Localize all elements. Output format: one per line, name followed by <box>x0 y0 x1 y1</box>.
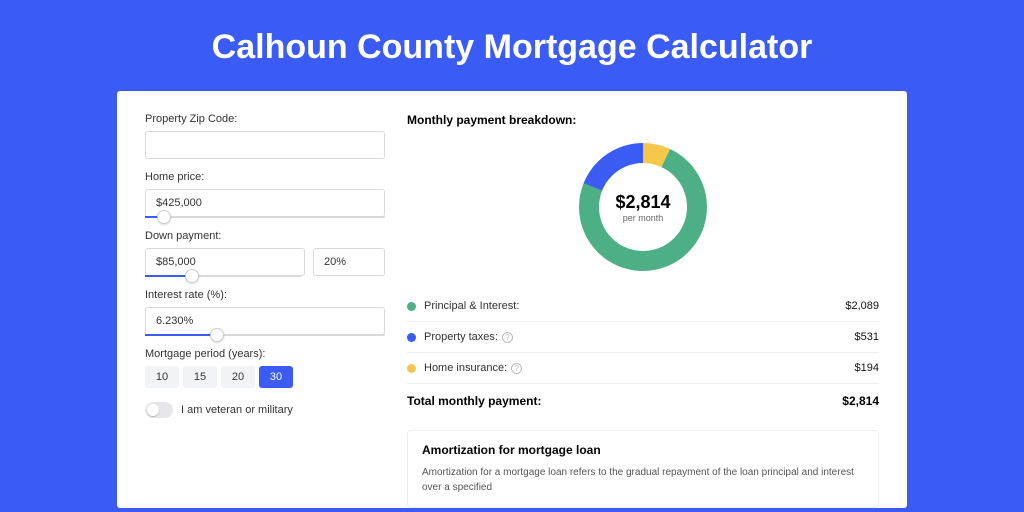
veteran-row: I am veteran or military <box>145 402 385 418</box>
total-value: $2,814 <box>842 394 879 408</box>
item-value: $2,089 <box>845 300 879 312</box>
amortization-box: Amortization for mortgage loan Amortizat… <box>407 430 879 508</box>
interest-field: Interest rate (%): <box>145 289 385 336</box>
period-30[interactable]: 30 <box>259 366 293 388</box>
donut-chart: $2,814 per month <box>579 143 707 271</box>
down-payment-pct-input[interactable] <box>313 248 385 276</box>
dot-icon <box>407 364 416 373</box>
info-icon[interactable]: ? <box>502 332 513 343</box>
donut-sublabel: per month <box>623 213 664 223</box>
item-principal: Principal & Interest: $2,089 <box>407 291 879 322</box>
home-price-label: Home price: <box>145 171 385 183</box>
form-panel: Property Zip Code: Home price: Down paym… <box>145 113 385 508</box>
breakdown-title: Monthly payment breakdown: <box>407 113 879 127</box>
item-label: Principal & Interest: <box>424 300 845 312</box>
down-payment-slider[interactable] <box>145 275 301 277</box>
item-label: Home insurance: ? <box>424 362 855 374</box>
interest-label: Interest rate (%): <box>145 289 385 301</box>
home-price-field: Home price: <box>145 171 385 218</box>
home-price-input[interactable] <box>145 189 385 217</box>
zip-label: Property Zip Code: <box>145 113 385 125</box>
home-price-slider[interactable] <box>145 216 385 218</box>
slider-thumb[interactable] <box>210 328 224 342</box>
period-field: Mortgage period (years): 10 15 20 30 <box>145 348 385 388</box>
period-label: Mortgage period (years): <box>145 348 385 360</box>
zip-input[interactable] <box>145 131 385 159</box>
item-taxes: Property taxes: ? $531 <box>407 322 879 353</box>
slider-thumb[interactable] <box>185 269 199 283</box>
slider-thumb[interactable] <box>157 210 171 224</box>
zip-field: Property Zip Code: <box>145 113 385 159</box>
amortization-text: Amortization for a mortgage loan refers … <box>422 465 864 495</box>
item-value: $194 <box>855 362 879 374</box>
period-buttons: 10 15 20 30 <box>145 366 385 388</box>
breakdown-panel: Monthly payment breakdown: $2,814 per mo… <box>407 113 879 508</box>
down-payment-label: Down payment: <box>145 230 385 242</box>
total-label: Total monthly payment: <box>407 394 541 408</box>
period-10[interactable]: 10 <box>145 366 179 388</box>
veteran-label: I am veteran or military <box>181 404 293 416</box>
item-value: $531 <box>855 331 879 343</box>
donut-center: $2,814 per month <box>579 143 707 271</box>
dot-icon <box>407 333 416 342</box>
item-insurance: Home insurance: ? $194 <box>407 353 879 384</box>
item-label-text: Property taxes: <box>424 331 498 343</box>
interest-slider[interactable] <box>145 334 385 336</box>
dot-icon <box>407 302 416 311</box>
info-icon[interactable]: ? <box>511 363 522 374</box>
down-payment-input[interactable] <box>145 248 305 276</box>
interest-input[interactable] <box>145 307 385 335</box>
donut-chart-wrap: $2,814 per month <box>407 137 879 291</box>
item-label: Property taxes: ? <box>424 331 855 343</box>
donut-value: $2,814 <box>615 192 670 213</box>
calculator-card: Property Zip Code: Home price: Down paym… <box>117 91 907 508</box>
down-payment-field: Down payment: <box>145 230 385 277</box>
total-row: Total monthly payment: $2,814 <box>407 384 879 422</box>
period-20[interactable]: 20 <box>221 366 255 388</box>
period-15[interactable]: 15 <box>183 366 217 388</box>
item-label-text: Home insurance: <box>424 362 507 374</box>
amortization-title: Amortization for mortgage loan <box>422 443 864 457</box>
veteran-toggle[interactable] <box>145 402 173 418</box>
page-title: Calhoun County Mortgage Calculator <box>0 0 1024 91</box>
